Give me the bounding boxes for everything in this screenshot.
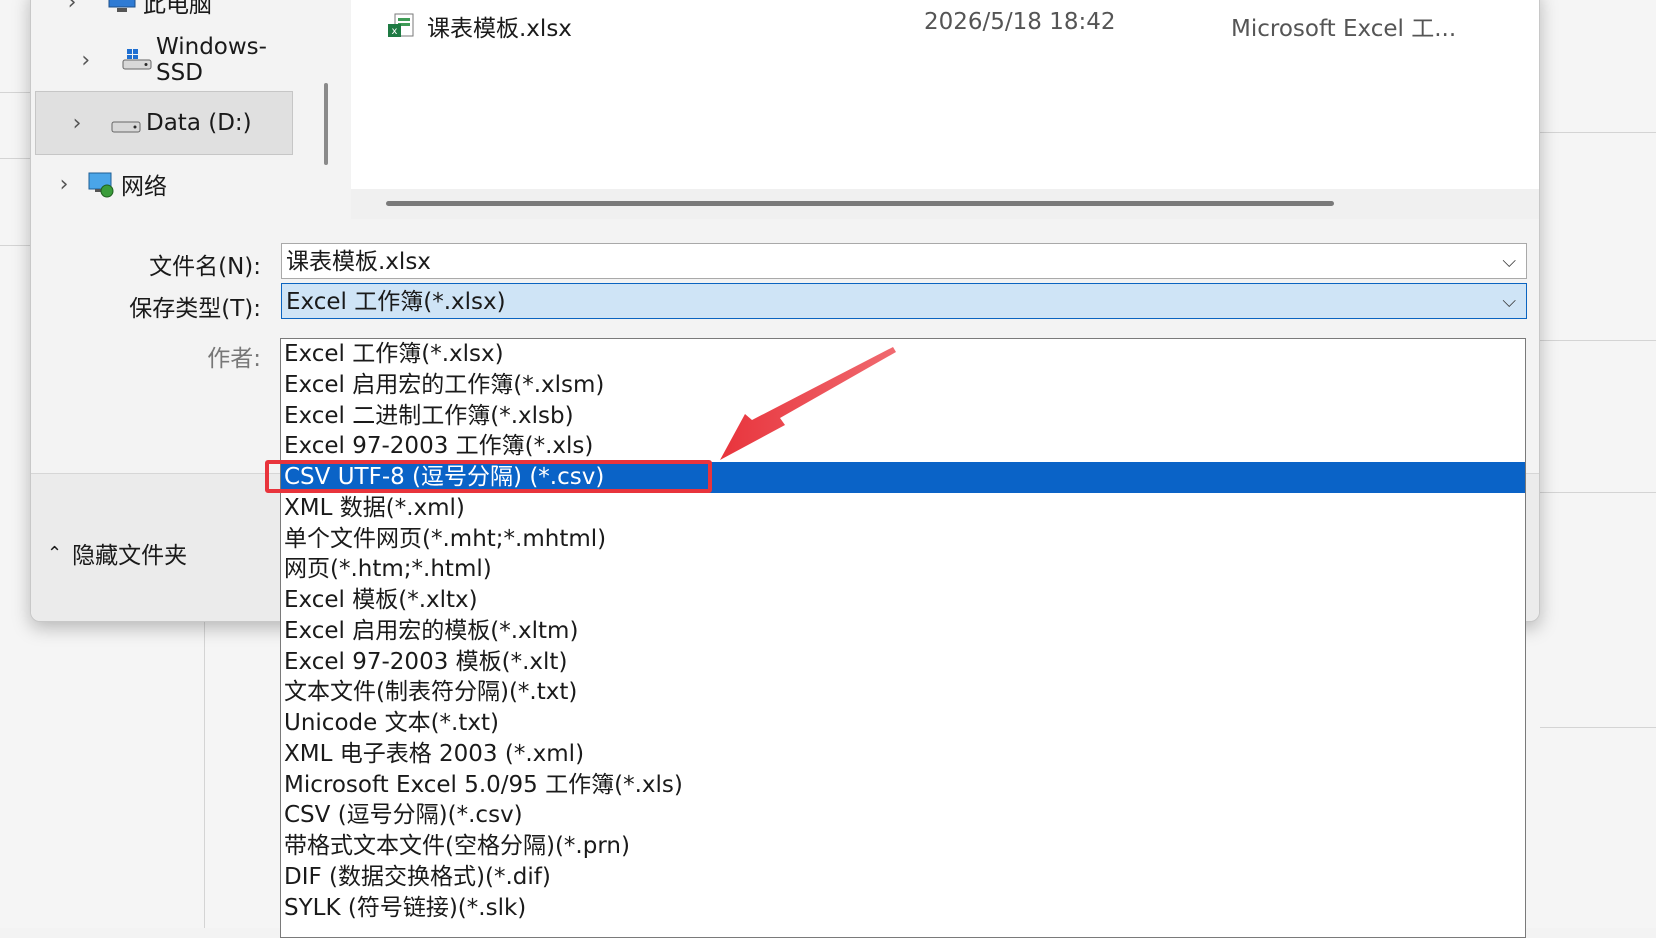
grid-line — [1540, 727, 1656, 728]
save-type-label: 保存类型(T): — [129, 296, 261, 322]
author-label: 作者: — [207, 346, 261, 372]
grid-line — [0, 92, 30, 93]
drive-icon — [111, 121, 141, 133]
grid-line — [1540, 492, 1656, 493]
dropdown-option[interactable]: CSV (逗号分隔)(*.csv) — [281, 800, 1525, 831]
nav-scrollbar[interactable] — [324, 83, 328, 165]
grid-line — [1540, 340, 1656, 341]
file-name: 课表模板.xlsx — [427, 16, 572, 42]
chevron-right-icon: › — [81, 47, 91, 73]
nav-item-label: Data (D:) — [146, 110, 252, 136]
grid-line — [204, 620, 205, 928]
file-date: 2026/5/18 18:42 — [924, 9, 1116, 35]
save-type-select[interactable]: Excel 工作簿(*.xlsx) ⌵ — [281, 283, 1527, 319]
dropdown-option[interactable]: Excel 二进制工作簿(*.xlsb) — [281, 401, 1525, 432]
dropdown-option[interactable]: XML 数据(*.xml) — [281, 493, 1525, 524]
chevron-up-icon: ⌃ — [47, 542, 63, 564]
save-type-dropdown-list: Excel 工作簿(*.xlsx) Excel 启用宏的工作簿(*.xlsm) Ex… — [280, 338, 1526, 938]
dropdown-option[interactable]: Microsoft Excel 5.0/95 工作簿(*.xls) — [281, 770, 1525, 801]
nav-item-network[interactable]: › 网络 — [53, 153, 167, 215]
filename-value: 课表模板.xlsx — [286, 249, 431, 275]
dropdown-option[interactable]: Unicode 文本(*.txt) — [281, 708, 1525, 739]
excel-file-icon: x — [387, 12, 415, 40]
chevron-right-icon: › — [72, 110, 82, 136]
nav-item-label: 网络 — [121, 174, 167, 200]
nav-item-label: 此电脑 — [143, 0, 212, 18]
save-type-value: Excel 工作簿(*.xlsx) — [286, 289, 506, 315]
scrollbar-thumb[interactable] — [386, 201, 1334, 206]
dropdown-option[interactable]: 单个文件网页(*.mht;*.mhtml) — [281, 524, 1525, 555]
dropdown-option[interactable]: Excel 97-2003 工作簿(*.xls) — [281, 431, 1525, 462]
chevron-down-icon[interactable]: ⌵ — [1502, 244, 1516, 280]
drive-icon — [122, 49, 152, 70]
dropdown-option[interactable]: Excel 启用宏的模板(*.xltm) — [281, 616, 1525, 647]
grid-line — [0, 158, 30, 159]
nav-item-label: Windows-SSD — [156, 34, 267, 86]
dropdown-option[interactable]: 文本文件(制表符分隔)(*.txt) — [281, 677, 1525, 708]
dropdown-option[interactable]: DIF (数据交换格式)(*.dif) — [281, 862, 1525, 893]
file-row[interactable]: x 课表模板.xlsx — [387, 9, 572, 43]
grid-line — [1540, 132, 1656, 133]
dropdown-option[interactable]: Excel 启用宏的工作簿(*.xlsm) — [281, 370, 1525, 401]
hide-folders-button[interactable]: ⌃ 隐藏文件夹 — [47, 536, 187, 570]
filename-input[interactable]: 课表模板.xlsx ⌵ — [281, 243, 1527, 279]
horizontal-scrollbar[interactable] — [351, 189, 1539, 219]
dropdown-option[interactable]: CSV UTF-8 (逗号分隔) (*.csv) — [281, 462, 1525, 493]
chevron-down-icon[interactable]: ⌵ — [1502, 284, 1516, 320]
grid-line — [0, 245, 30, 246]
dropdown-option[interactable]: XML 电子表格 2003 (*.xml) — [281, 739, 1525, 770]
dropdown-option[interactable]: Excel 工作簿(*.xlsx) — [281, 339, 1525, 370]
nav-item-windows-ssd[interactable]: › Windows-SSD — [75, 29, 311, 91]
chevron-right-icon: › — [67, 0, 77, 15]
computer-icon — [108, 0, 136, 12]
network-icon — [88, 172, 114, 198]
dropdown-option[interactable]: 带格式文本文件(空格分隔)(*.prn) — [281, 831, 1525, 862]
hide-folders-label: 隐藏文件夹 — [72, 543, 188, 569]
chevron-right-icon: › — [59, 171, 69, 197]
dropdown-option[interactable]: 网页(*.htm;*.html) — [281, 554, 1525, 585]
dropdown-option[interactable]: Excel 97-2003 模板(*.xlt) — [281, 647, 1525, 678]
dropdown-option[interactable]: Excel 模板(*.xltx) — [281, 585, 1525, 616]
svg-text:x: x — [392, 26, 398, 37]
navigation-pane: › 此电脑 › Windows-SSD › Data (D:) › 网络 — [31, 0, 311, 233]
file-list: x 课表模板.xlsx 2026/5/18 18:42 Microsoft Ex… — [351, 0, 1539, 189]
filename-label: 文件名(N): — [149, 254, 261, 280]
nav-item-data-d[interactable]: › Data (D:) — [35, 91, 293, 155]
dropdown-option[interactable]: SYLK (符号链接)(*.slk) — [281, 893, 1525, 924]
file-type: Microsoft Excel 工... — [1231, 16, 1457, 42]
